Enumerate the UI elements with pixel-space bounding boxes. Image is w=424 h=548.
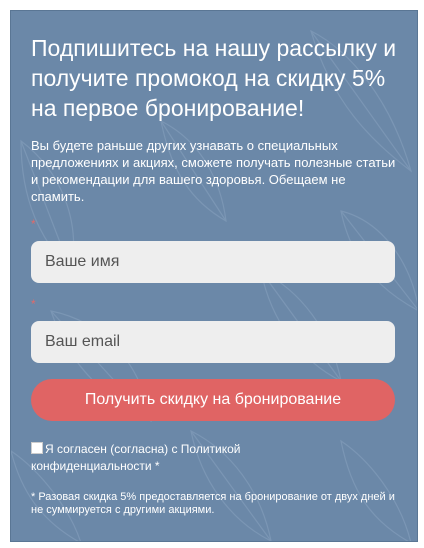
get-discount-button[interactable]: Получить скидку на бронирование xyxy=(31,379,395,421)
form-description: Вы будете раньше других узнавать о специ… xyxy=(31,138,396,204)
required-mark-name: * xyxy=(31,217,36,231)
consent-row: Я согласен (согласна) с Политикой конфид… xyxy=(31,441,331,475)
consent-label[interactable]: Я согласен (согласна) с Политикой конфид… xyxy=(31,442,241,473)
subscription-card: Подпишитесь на нашу рассылку и получите … xyxy=(10,10,418,542)
email-input[interactable] xyxy=(31,321,395,363)
discount-footnote: * Разовая скидка 5% предоставляется на б… xyxy=(31,491,395,516)
consent-checkbox[interactable] xyxy=(31,442,43,454)
form-title: Подпишитесь на нашу рассылку и получите … xyxy=(31,35,397,121)
name-input[interactable] xyxy=(31,241,395,283)
required-mark-email: * xyxy=(31,297,36,311)
form-content: Подпишитесь на нашу рассылку и получите … xyxy=(31,33,397,205)
